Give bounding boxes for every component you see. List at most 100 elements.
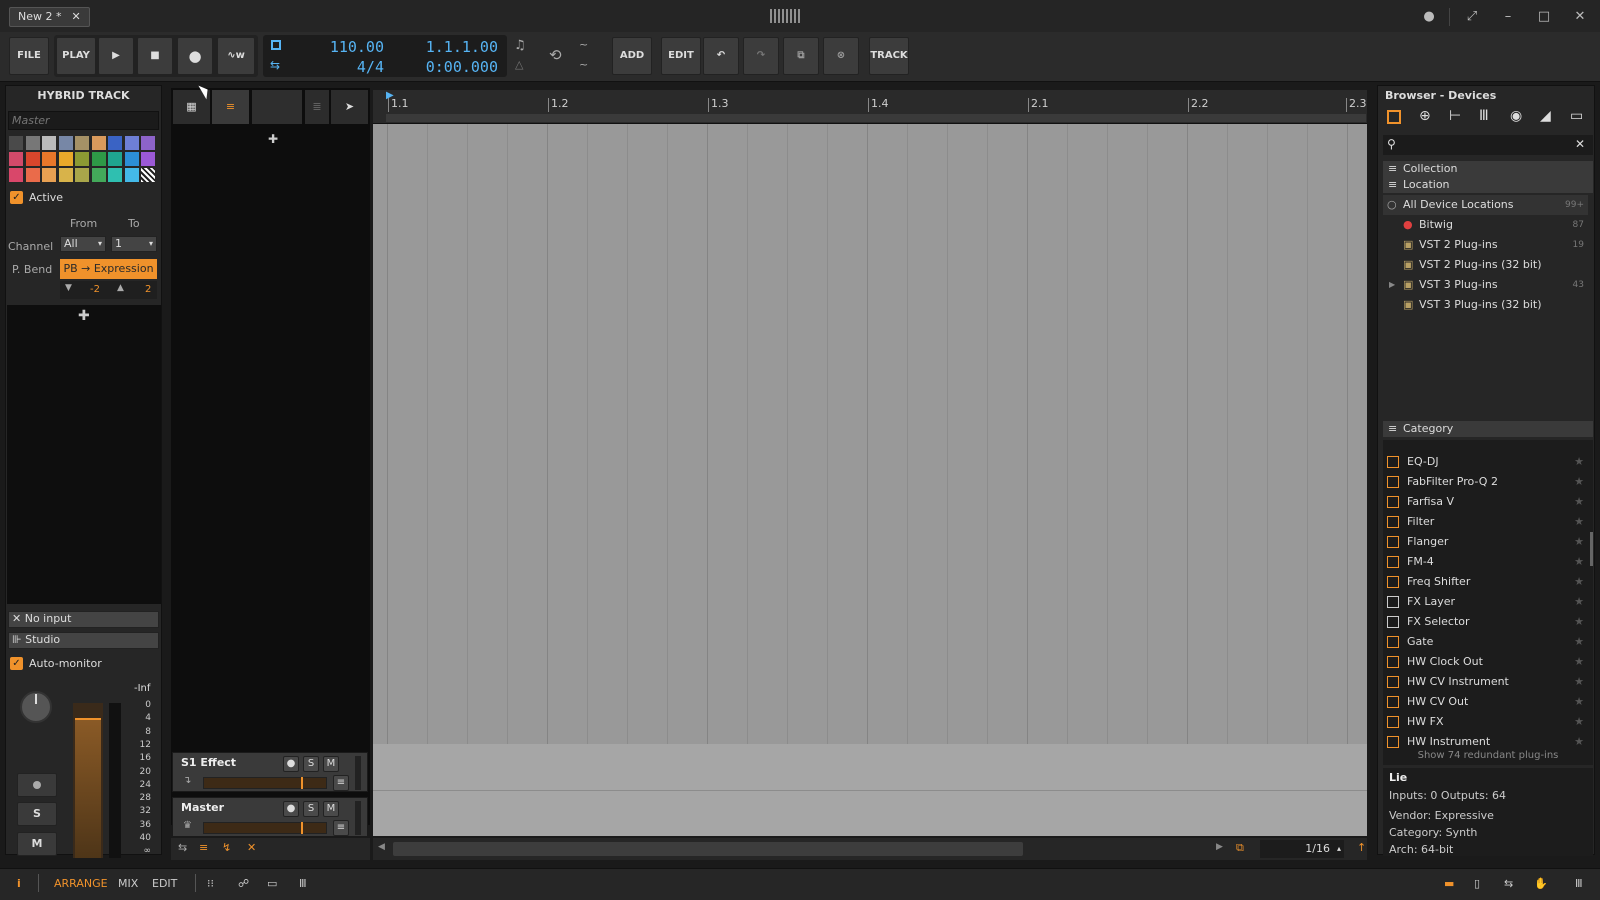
detail-panel-icon[interactable]: ▭ [267, 877, 277, 890]
punch-out-icon[interactable]: ~ [579, 58, 588, 71]
device-item[interactable]: FM-4 ★ [1383, 552, 1588, 572]
track-mute-button[interactable]: M [323, 801, 339, 817]
color-swatch[interactable] [25, 168, 40, 182]
devices-tab-icon[interactable] [1387, 110, 1401, 124]
favorite-star-icon[interactable]: ★ [1574, 732, 1584, 752]
arrange-area[interactable] [373, 124, 1367, 744]
pb-up-arrow-icon[interactable]: ▲ [117, 283, 124, 293]
device-item[interactable]: FX Selector ★ [1383, 612, 1588, 632]
location-item[interactable]: ○ All Device Locations 99+ [1383, 195, 1588, 215]
color-swatch[interactable] [58, 168, 73, 182]
color-swatch[interactable] [108, 136, 122, 150]
no-color-swatch[interactable] [141, 168, 155, 182]
track-header[interactable]: S1 Effect ● S M ↴ ≡ [172, 752, 368, 792]
play-menu-button[interactable]: PLAY [56, 37, 96, 75]
color-swatch[interactable] [91, 168, 106, 182]
track-button[interactable]: TRACK [869, 37, 909, 75]
close-tab-icon[interactable]: ✕ [71, 10, 80, 23]
color-swatch[interactable] [91, 136, 106, 150]
position-time-display[interactable]: 0:00.000 [410, 58, 498, 76]
favorite-star-icon[interactable]: ★ [1574, 632, 1584, 652]
swap-icon[interactable]: ⇆ [178, 841, 187, 854]
active-checkbox[interactable]: ✓ [10, 191, 23, 204]
pb-down-value[interactable]: -2 [90, 284, 100, 295]
scroll-left-icon[interactable]: ◀ [378, 842, 385, 852]
favorite-star-icon[interactable]: ★ [1574, 612, 1584, 632]
music-tab-icon[interactable]: ▭ [1570, 108, 1583, 124]
track-list-toggle[interactable]: ≣ [305, 90, 329, 124]
location-item[interactable]: ● Bitwig 87 [1383, 215, 1588, 235]
favorite-star-icon[interactable]: ★ [1574, 472, 1584, 492]
favorite-star-icon[interactable]: ★ [1574, 692, 1584, 712]
color-swatch[interactable] [42, 136, 56, 150]
color-palette[interactable] [9, 136, 159, 184]
add-button[interactable]: ADD [612, 37, 652, 75]
color-swatch[interactable] [58, 136, 73, 150]
color-swatch[interactable] [25, 152, 40, 166]
location-item[interactable]: ▣ VST 2 Plug-ins 19 [1383, 235, 1588, 255]
modulation-icon[interactable]: ☍ [238, 877, 249, 890]
favorite-star-icon[interactable]: ★ [1574, 572, 1584, 592]
solo-button[interactable]: S [17, 802, 57, 826]
favorite-star-icon[interactable]: ★ [1574, 492, 1584, 512]
channel-to-select[interactable]: 1 ▾ [111, 236, 157, 252]
metronome-icon[interactable]: ♫ [514, 38, 526, 53]
pbend-button[interactable]: PB → Expression [60, 259, 157, 279]
device-item[interactable]: HW Instrument ★ [1383, 732, 1588, 752]
device-item[interactable]: HW Clock Out ★ [1383, 652, 1588, 672]
device-item[interactable]: Filter ★ [1383, 512, 1588, 532]
location-item[interactable]: ▣ VST 3 Plug-ins (32 bit) [1383, 295, 1588, 315]
color-swatch[interactable] [25, 136, 40, 150]
pb-up-value[interactable]: 2 [145, 284, 151, 295]
edit-view-tab[interactable]: EDIT [152, 877, 177, 890]
color-swatch[interactable] [108, 168, 122, 182]
location-item[interactable]: ▶ ▣ VST 3 Plug-ins 43 [1383, 275, 1588, 295]
favorite-star-icon[interactable]: ★ [1574, 532, 1584, 552]
channel-from-select[interactable]: All ▾ [60, 236, 106, 252]
minimize-icon[interactable]: – [1499, 8, 1517, 26]
expand-arrow-icon[interactable]: ▶ [1389, 275, 1395, 295]
track-menu-button[interactable]: ≡ [333, 775, 349, 791]
device-item[interactable]: HW CV Out ★ [1383, 692, 1588, 712]
close-window-icon[interactable]: ✕ [1571, 8, 1589, 26]
color-swatch[interactable] [124, 168, 139, 182]
device-item[interactable]: EQ-DJ ★ [1383, 452, 1588, 472]
automonitor-checkbox[interactable]: ✓ [10, 657, 23, 670]
track-volume-fader[interactable] [203, 822, 327, 834]
browser-search-field[interactable]: ⚲ ✕ [1383, 135, 1593, 155]
remove-icon[interactable]: ✕ [247, 841, 256, 854]
track-header[interactable]: Master ● S M ♛ ≡ [172, 797, 368, 837]
loop-icon[interactable]: ⟲ [549, 46, 562, 64]
delete-button[interactable]: ⊗ [823, 37, 859, 75]
arranger-toggle[interactable]: ≡ [212, 90, 249, 124]
color-swatch[interactable] [42, 152, 56, 166]
track-solo-button[interactable]: S [303, 801, 319, 817]
position-bars-display[interactable]: 1.1.1.00 [410, 38, 498, 56]
follow-icon[interactable]: ↯ [222, 841, 231, 854]
time-signature-display[interactable]: 4/4 [318, 58, 384, 76]
samples-tab-icon[interactable]: ◉ [1510, 108, 1522, 124]
favorite-star-icon[interactable]: ★ [1574, 652, 1584, 672]
track-menu-button[interactable]: ≡ [333, 820, 349, 836]
color-swatch[interactable] [42, 168, 56, 182]
device-item[interactable]: HW FX ★ [1383, 712, 1588, 732]
device-list-scrollbar[interactable] [1590, 532, 1593, 566]
track-mute-button[interactable]: M [323, 756, 339, 772]
track-volume-handle[interactable] [301, 777, 303, 789]
favorite-star-icon[interactable]: ★ [1574, 592, 1584, 612]
list-toggle-icon[interactable]: ≡ [199, 841, 208, 854]
color-swatch[interactable] [75, 136, 89, 150]
snap-icon[interactable]: ↑ [1357, 841, 1366, 854]
device-item[interactable]: Flanger ★ [1383, 532, 1588, 552]
edit-button[interactable]: EDIT [661, 37, 701, 75]
location-item[interactable]: ▣ VST 2 Plug-ins (32 bit) [1383, 255, 1588, 275]
color-swatch[interactable] [9, 136, 23, 150]
arm-record-button[interactable] [17, 773, 57, 797]
tap-icon[interactable]: △ [515, 58, 523, 71]
automation-write-button[interactable]: ∿w [217, 37, 255, 75]
collection-section[interactable]: ≡ Collection [1383, 161, 1593, 177]
document-tab[interactable]: New 2 * ✕ [9, 7, 90, 27]
track-name-input[interactable] [8, 111, 159, 130]
browser-panel-icon[interactable]: ▬ [1444, 877, 1454, 890]
undo-button[interactable]: ↶ [703, 37, 739, 75]
